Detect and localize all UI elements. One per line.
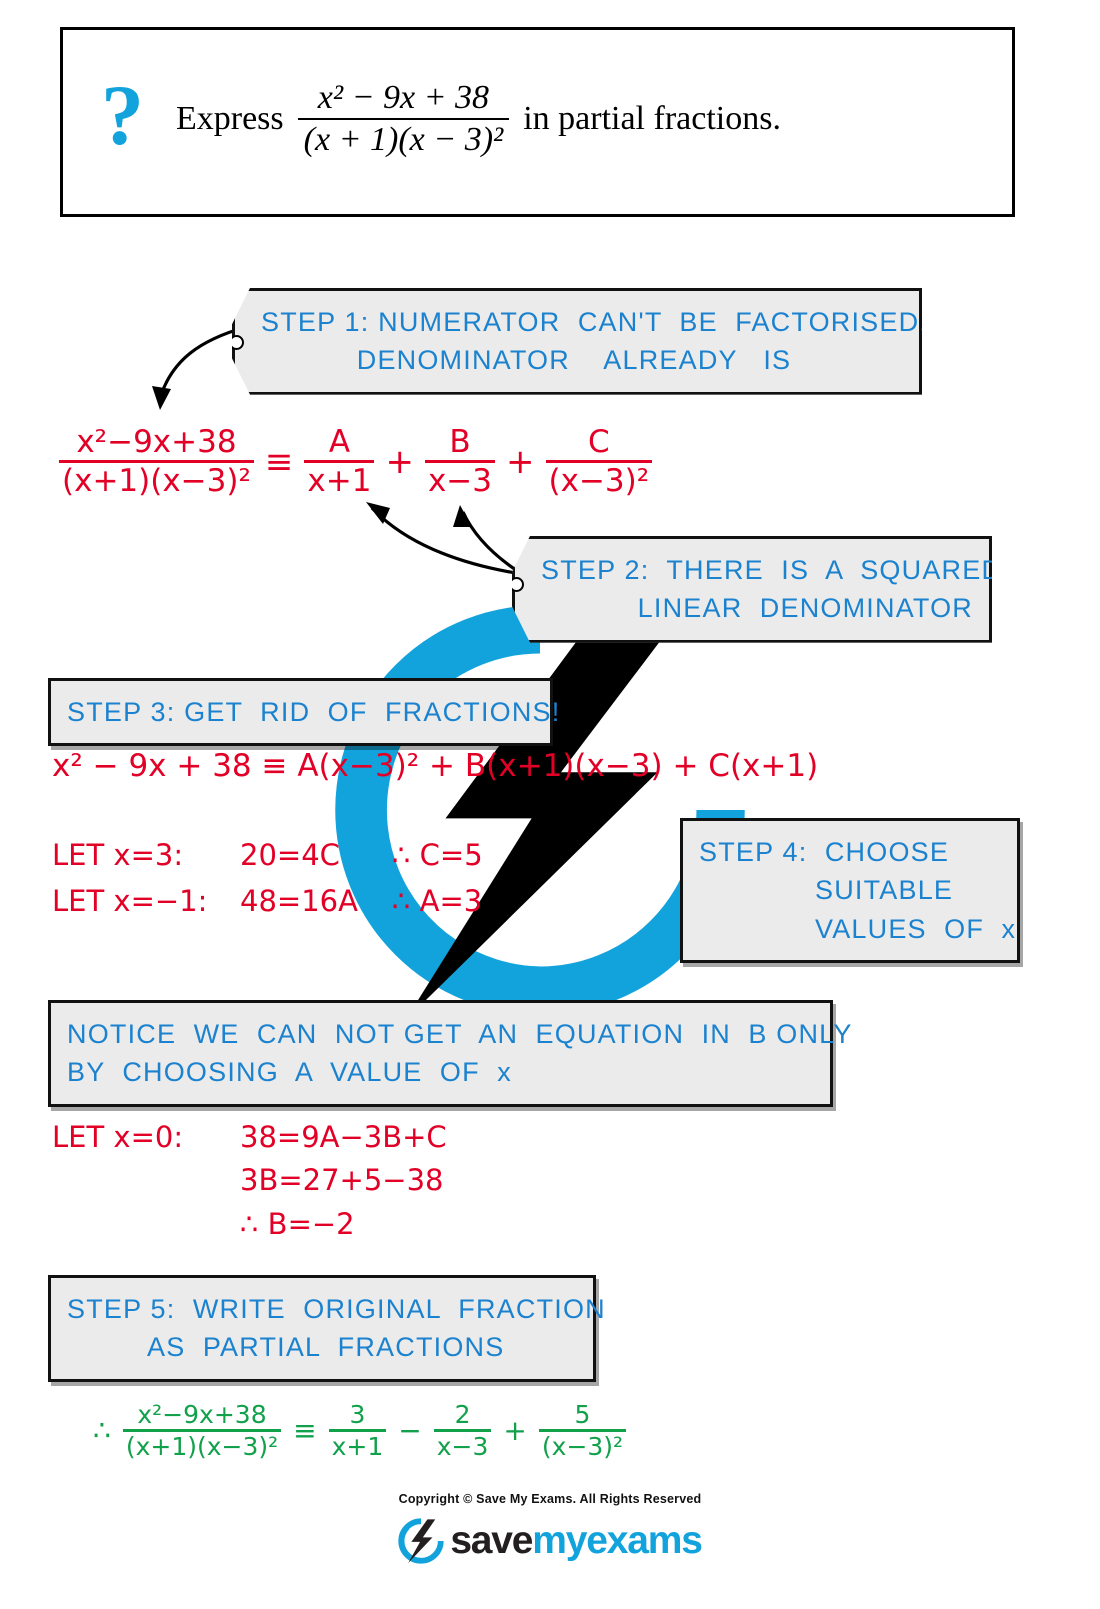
work-lhs-denominator: (x+1)(x−3)² [62,463,251,499]
work-let-label-3: LET x=0: [52,1120,184,1154]
work-let-x-equals-0: LET x=0: 38=9A−3B+C [52,1120,447,1154]
identity-sign: ≡ [264,441,294,482]
answer-term-3-numerator: 5 [574,1400,591,1429]
work-let-result-2: ∴ A=3 [392,884,483,918]
work-let-label-1: LET x=3: [52,838,184,872]
work-let-equation-2: 48=16A [240,884,358,918]
callout-step-4-line-3: VALUES OF x [815,913,1017,944]
work-term-c: C (x−3)² [545,424,653,499]
logo-word-save: save [450,1519,533,1562]
work-line-partial-fraction-setup: x²−9x+38 (x+1)(x−3)² ≡ A x+1 + B x−3 + C… [55,424,656,499]
callout-step-1: STEP 1: NUMERATOR CAN'T BE FACTORISED, D… [232,288,922,395]
work-lhs-fraction: x²−9x+38 (x+1)(x−3)² [59,424,254,499]
question-box: ? Express x² − 9x + 38 (x + 1)(x − 3)² i… [60,27,1015,217]
work-term-c-denominator: (x−3)² [548,463,650,499]
work-term-b: B x−3 [424,424,495,499]
therefore-symbol: ∴ [93,1414,111,1447]
copyright-text: Copyright © Save My Exams. All Rights Re… [398,1492,702,1506]
logo-wordmark: savemyexams [450,1519,703,1563]
work-b-result: ∴ B=−2 [240,1207,355,1241]
callout-step-4: STEP 4: CHOOSE SUITABLE VALUES OF x [680,818,1020,963]
answer-lhs-fraction: x²−9x+38 (x+1)(x−3)² [122,1400,282,1461]
answer-minus-sign: − [398,1414,422,1447]
callout-notch-dot [232,335,244,350]
work-let-label-2: LET x=−1: [52,884,208,918]
work-term-a: A x+1 [304,424,375,499]
answer-lhs-numerator: x²−9x+38 [137,1400,267,1429]
work-lhs-numerator: x²−9x+38 [76,424,237,460]
callout-step-1-line-2: DENOMINATOR ALREADY IS [356,345,792,376]
plus-sign-1: + [385,441,414,482]
work-solve-b-line: 3B=27+5−38 [240,1163,444,1197]
answer-lhs-denominator: (x+1)(x−3)² [125,1432,279,1461]
save-my-exams-logo: savemyexams [0,1518,1100,1564]
answer-identity-sign: ≡ [293,1414,317,1447]
question-fraction-denominator: (x + 1)(x − 3)² [303,121,504,158]
plus-sign-2: + [506,441,535,482]
question-fraction-numerator: x² − 9x + 38 [317,79,490,116]
work-let-x-equals-minus-1: LET x=−1: 48=16A ∴ A=3 [52,884,482,918]
callout-step-2-line-1: STEP 2: THERE IS A SQUARED [541,555,1003,585]
callout-step-4-line-2: SUITABLE [815,875,954,906]
worked-example-page: ? Express x² − 9x + 38 (x + 1)(x − 3)² i… [0,0,1100,1609]
answer-plus-sign: + [503,1414,527,1447]
work-let-result-1: ∴ C=5 [392,838,483,872]
callout-step-3-line-1: STEP 3: GET RID OF FRACTIONS! [67,697,561,727]
question-text: Express x² − 9x + 38 (x + 1)(x − 3)² in … [168,78,789,160]
work-term-b-numerator: B [449,424,471,460]
answer-term-3-denominator: (x−3)² [541,1432,624,1461]
callout-step-4-line-1: STEP 4: CHOOSE [699,837,950,867]
callout-notice-line-1: NOTICE WE CAN NOT GET AN EQUATION IN B O… [67,1019,853,1049]
question-trail: in partial fractions. [523,100,781,137]
work-let-x-equals-3: LET x=3: 20=4C ∴ C=5 [52,838,483,872]
question-fraction: x² − 9x + 38 (x + 1)(x − 3)² [297,78,510,160]
work-line-cleared-fractions: x² − 9x + 38 ≡ A(x−3)² + B(x+1)(x−3) + C… [52,748,819,784]
answer-term-1: 3 x+1 [328,1400,387,1461]
callout-notice: NOTICE WE CAN NOT GET AN EQUATION IN B O… [48,1000,853,1107]
callout-notice-line-2: BY CHOOSING A VALUE OF x [67,1057,512,1088]
callout-step-1-line-1: STEP 1: NUMERATOR CAN'T BE FACTORISED, [261,307,928,337]
answer-term-2: 2 x−3 [433,1400,492,1461]
answer-term-1-denominator: x+1 [331,1432,384,1461]
logo-word-my: my [532,1519,587,1562]
callout-step-5: STEP 5: WRITE ORIGINAL FRACTION AS PARTI… [48,1275,606,1382]
work-term-b-denominator: x−3 [427,463,492,499]
answer-term-2-denominator: x−3 [436,1432,489,1461]
callout-step-5-line-1: STEP 5: WRITE ORIGINAL FRACTION [67,1294,606,1324]
answer-term-1-numerator: 3 [349,1400,366,1429]
logo-bolt-icon [398,1518,444,1564]
callout-step-2: STEP 2: THERE IS A SQUARED LINEAR DENOMI… [512,536,992,643]
callout-step-5-line-2: AS PARTIAL FRACTIONS [147,1332,505,1363]
question-mark-icon: ? [101,67,144,163]
work-term-a-denominator: x+1 [307,463,372,499]
question-lead: Express [176,100,284,137]
callout-step-3: STEP 3: GET RID OF FRACTIONS! [48,678,561,747]
work-term-a-numerator: A [328,424,351,460]
answer-term-2-numerator: 2 [454,1400,471,1429]
final-answer-line: ∴ x²−9x+38 (x+1)(x−3)² ≡ 3 x+1 − 2 x−3 +… [85,1400,630,1461]
work-let-equation-3: 38=9A−3B+C [240,1120,447,1154]
callout-step-2-line-2: LINEAR DENOMINATOR [637,593,973,624]
answer-term-3: 5 (x−3)² [538,1400,627,1461]
work-term-c-numerator: C [588,424,610,460]
logo-word-exams: exams [586,1519,703,1562]
callout-notch-dot [512,577,524,592]
work-let-equation-1: 20=4C [240,838,340,872]
